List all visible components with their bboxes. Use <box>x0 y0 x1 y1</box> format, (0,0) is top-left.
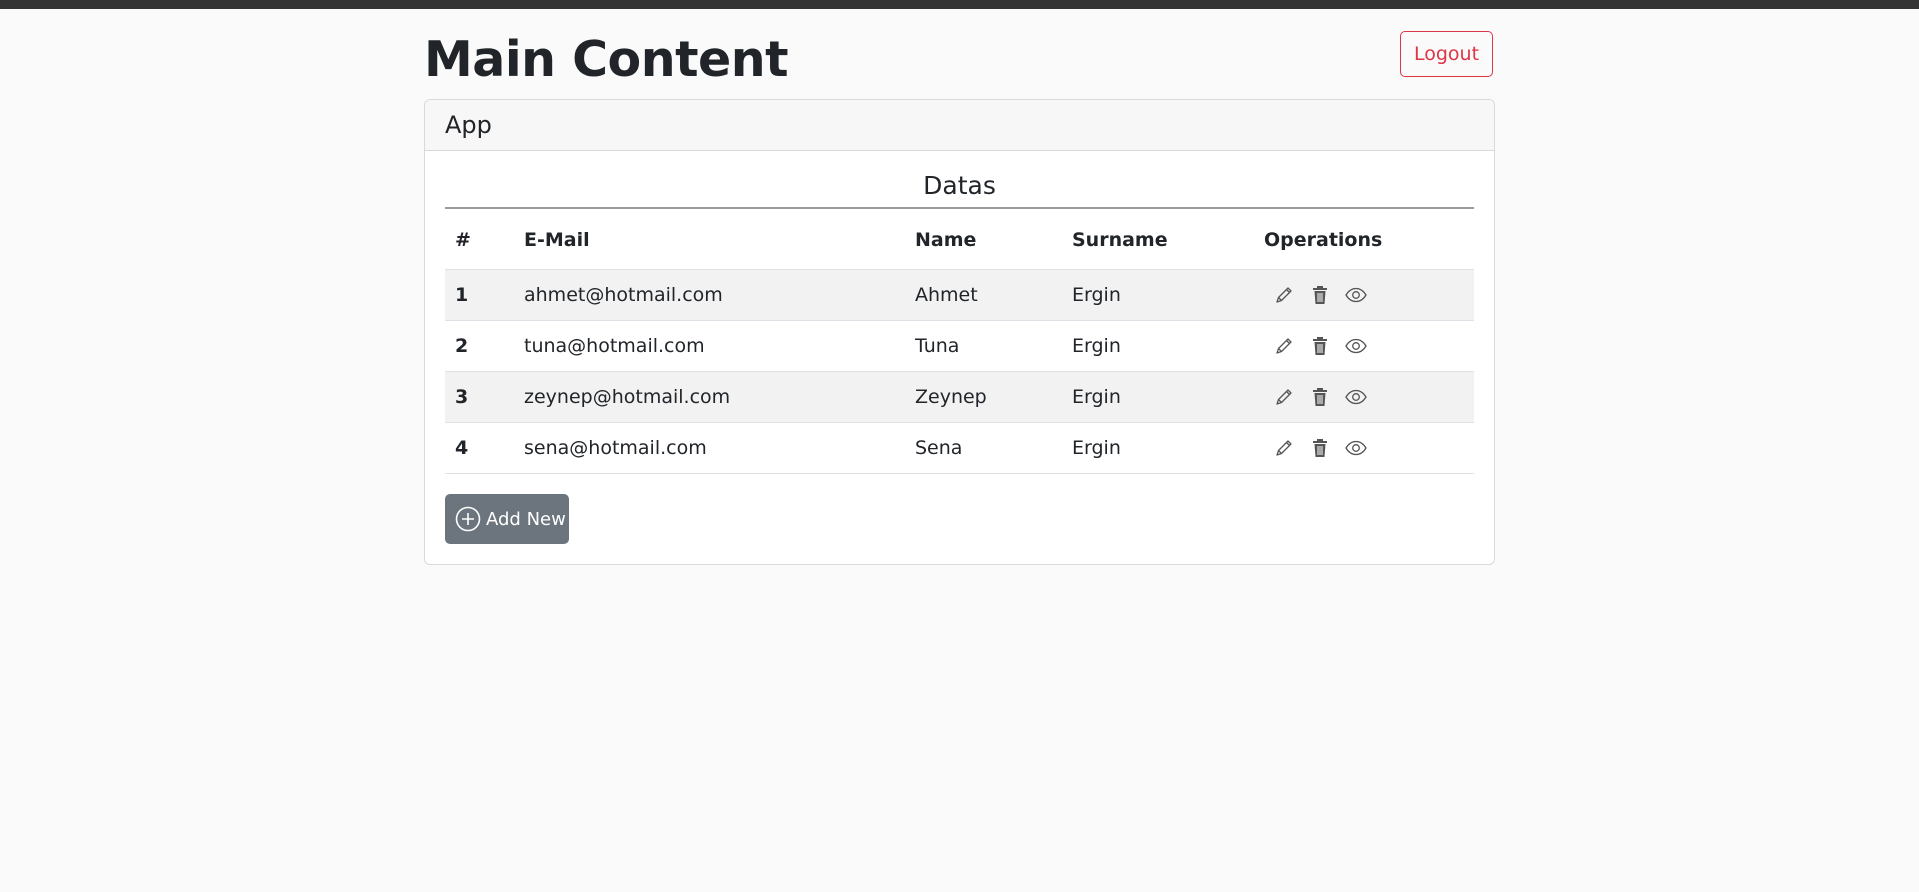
table-row: 1 ahmet@hotmail.com Ahmet Ergin <box>445 269 1474 321</box>
page-title: Main Content <box>424 31 789 88</box>
column-header-email: E-Mail <box>524 210 915 270</box>
column-header-operations: Operations <box>1264 210 1474 270</box>
table-row: 3 zeynep@hotmail.com Zeynep Ergin <box>445 371 1474 423</box>
app-card: App Datas # E-Mail Name Surname Operatio… <box>424 99 1495 565</box>
row-surname: Ergin <box>1072 371 1264 423</box>
column-header-number: # <box>445 210 524 270</box>
pencil-icon[interactable] <box>1272 436 1296 460</box>
row-number: 1 <box>445 269 524 321</box>
row-email: tuna@hotmail.com <box>524 320 915 372</box>
row-email: sena@hotmail.com <box>524 422 915 474</box>
row-name: Ahmet <box>915 269 1072 321</box>
row-surname: Ergin <box>1072 269 1264 321</box>
trash-icon[interactable] <box>1308 334 1332 358</box>
row-email: zeynep@hotmail.com <box>524 371 915 423</box>
top-bar <box>0 0 1919 9</box>
eye-icon[interactable] <box>1344 436 1368 460</box>
add-new-label: Add New <box>486 508 566 530</box>
table-caption: Datas <box>923 171 996 200</box>
column-header-surname: Surname <box>1072 210 1264 270</box>
pencil-icon[interactable] <box>1272 334 1296 358</box>
pencil-icon[interactable] <box>1272 283 1296 307</box>
row-number: 3 <box>445 371 524 423</box>
column-header-name: Name <box>915 210 1072 270</box>
row-operations <box>1264 269 1474 321</box>
trash-icon[interactable] <box>1308 436 1332 460</box>
eye-icon[interactable] <box>1344 385 1368 409</box>
caption-divider <box>445 207 1474 209</box>
row-name: Zeynep <box>915 371 1072 423</box>
table-header-row: # E-Mail Name Surname Operations <box>445 210 1474 270</box>
eye-icon[interactable] <box>1344 283 1368 307</box>
add-new-button[interactable]: Add New <box>445 494 569 544</box>
row-name: Tuna <box>915 320 1072 372</box>
row-surname: Ergin <box>1072 422 1264 474</box>
row-operations <box>1264 371 1474 423</box>
table-row: 4 sena@hotmail.com Sena Ergin <box>445 422 1474 474</box>
plus-circle-icon <box>455 506 481 532</box>
row-number: 2 <box>445 320 524 372</box>
data-table: # E-Mail Name Surname Operations 1 ahmet… <box>445 210 1474 474</box>
row-operations <box>1264 422 1474 474</box>
row-name: Sena <box>915 422 1072 474</box>
row-operations <box>1264 320 1474 372</box>
trash-icon[interactable] <box>1308 283 1332 307</box>
row-email: ahmet@hotmail.com <box>524 269 915 321</box>
row-number: 4 <box>445 422 524 474</box>
table-row: 2 tuna@hotmail.com Tuna Ergin <box>445 320 1474 372</box>
trash-icon[interactable] <box>1308 385 1332 409</box>
pencil-icon[interactable] <box>1272 385 1296 409</box>
eye-icon[interactable] <box>1344 334 1368 358</box>
logout-button[interactable]: Logout <box>1400 31 1493 77</box>
row-surname: Ergin <box>1072 320 1264 372</box>
card-header: App <box>425 100 1494 151</box>
